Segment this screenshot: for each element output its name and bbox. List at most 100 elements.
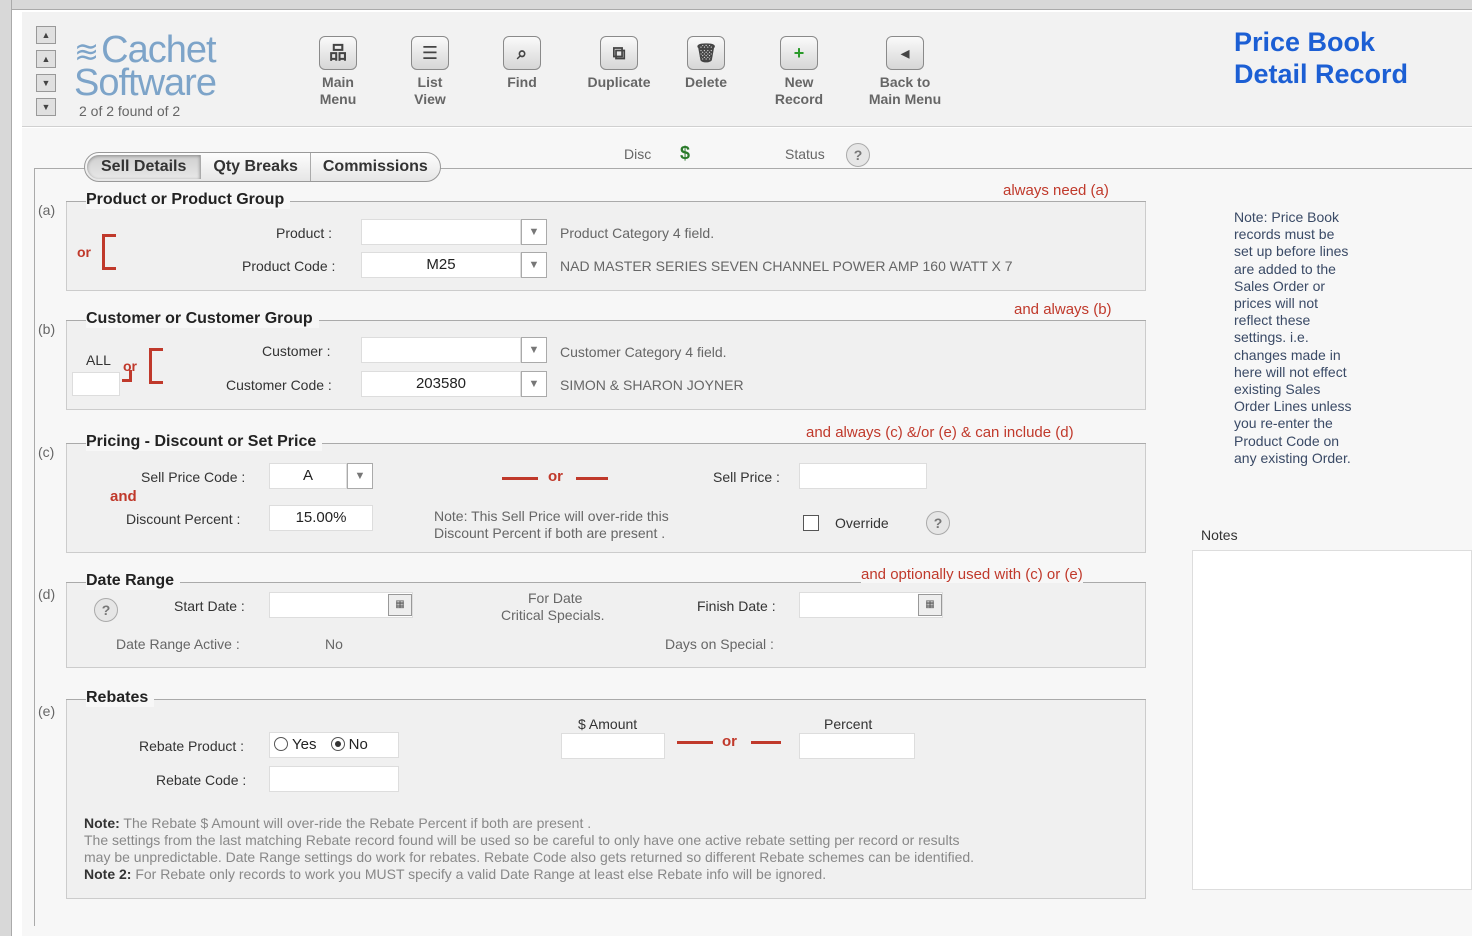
customer-code-label: Customer Code : <box>226 377 332 393</box>
main-menu-button[interactable]: 品 Main Menu <box>312 36 364 108</box>
section-c-tag: (c) <box>38 444 55 460</box>
trash-icon: 🗑 <box>687 36 725 70</box>
rebate-amount-input[interactable] <box>561 733 665 759</box>
next-record-icon[interactable]: ▼ <box>36 74 56 92</box>
rebate-product-yes-radio[interactable]: Yes <box>274 736 316 753</box>
rebate-product-radio-group: Yes No <box>269 732 399 758</box>
sell-price-input[interactable] <box>799 463 927 489</box>
rebate-percent-input[interactable] <box>799 733 915 759</box>
rebate-code-label: Rebate Code : <box>156 772 247 788</box>
last-record-icon[interactable]: ▼ <box>36 98 56 116</box>
previous-record-icon[interactable]: ▲ <box>36 50 56 68</box>
customer-input[interactable] <box>361 337 521 363</box>
product-code-label: Product Code : <box>242 258 336 274</box>
duplicate-icon: ⧉ <box>600 36 638 70</box>
discount-percent-label: Discount Percent : <box>126 511 241 527</box>
section-c-title: Pricing - Discount or Set Price <box>86 433 323 451</box>
notes-textarea[interactable] <box>1192 550 1472 890</box>
product-input[interactable] <box>361 219 521 245</box>
tab-bar: Sell Details Qty Breaks Commissions <box>84 152 441 182</box>
start-date-label: Start Date : <box>174 598 245 614</box>
customer-name: SIMON & SHARON JOYNER <box>560 377 744 393</box>
bracket-a <box>102 234 116 270</box>
magnifier-icon: ⌕ <box>503 36 541 70</box>
customer-hint: Customer Category 4 field. <box>560 344 727 360</box>
section-a-title: Product or Product Group <box>86 191 291 209</box>
finish-date-label: Finish Date : <box>697 598 776 614</box>
first-record-icon[interactable]: ▲ <box>36 26 56 44</box>
sell-price-code-input[interactable]: A <box>269 463 347 489</box>
bracket-b <box>149 348 163 384</box>
find-button[interactable]: ⌕ Find <box>496 36 548 91</box>
rebate-code-input[interactable] <box>269 766 399 792</box>
rebate-product-no-radio[interactable]: No <box>330 736 368 753</box>
sitemap-icon: 品 <box>319 36 357 70</box>
product-code-input[interactable]: M25 <box>361 252 521 278</box>
back-to-main-menu-button[interactable]: ◂ Back to Main Menu <box>858 36 952 108</box>
rebate-percent-label: Percent <box>824 716 873 732</box>
list-view-button[interactable]: ☰ List View <box>404 36 456 108</box>
or-label-e: or <box>722 733 737 750</box>
delete-button[interactable]: 🗑 Delete <box>678 36 734 91</box>
customer-dropdown-icon[interactable]: ▼ <box>521 337 547 363</box>
section-e-tag: (e) <box>38 703 56 719</box>
date-note-2: Critical Specials. <box>501 607 605 623</box>
section-e-title: Rebates <box>86 689 155 707</box>
price-book-side-note: Note: Price Book records must be set up be… <box>1234 209 1352 466</box>
tab-qty-breaks[interactable]: Qty Breaks <box>201 153 311 181</box>
rebate-note: Note: The Rebate $ Amount will over-ride… <box>84 815 975 882</box>
section-c-rule: and always (c) &/or (e) & can include (d… <box>806 424 1074 441</box>
found-count: 2 of 2 found of 2 <box>79 103 181 119</box>
section-d-rule: and optionally used with (c) or (e) <box>861 566 1083 583</box>
product-description: NAD MASTER SERIES SEVEN CHANNEL POWER AM… <box>560 258 1013 274</box>
duplicate-button[interactable]: ⧉ Duplicate <box>580 36 658 91</box>
date-range-active-label: Date Range Active : <box>116 636 240 652</box>
new-record-button[interactable]: + New Record <box>770 36 828 108</box>
section-b-title: Customer or Customer Group <box>86 310 319 328</box>
tab-commissions[interactable]: Commissions <box>311 153 440 181</box>
override-help-icon[interactable]: ? <box>926 511 950 535</box>
notes-label: Notes <box>1201 527 1238 543</box>
tab-sell-details[interactable]: Sell Details <box>87 155 202 179</box>
start-date-calendar-icon[interactable]: ▦ <box>388 594 412 616</box>
section-b-box <box>66 320 1146 410</box>
customer-code-dropdown-icon[interactable]: ▼ <box>521 371 547 397</box>
section-a-box <box>66 201 1146 291</box>
date-note-1: For Date <box>528 590 583 606</box>
and-label: and <box>110 488 137 505</box>
customer-code-input[interactable]: 203580 <box>361 371 521 397</box>
discount-percent-input[interactable]: 15.00% <box>269 505 373 531</box>
logo-software: Software <box>74 62 217 104</box>
list-icon: ☰ <box>411 36 449 70</box>
or-label-c: or <box>548 468 563 485</box>
override-label: Override <box>835 515 889 531</box>
page-title: Price Book Detail Record <box>1234 27 1409 89</box>
rebate-product-label: Rebate Product : <box>139 738 245 754</box>
rebate-amount-label: $ Amount <box>578 716 638 732</box>
section-d-box <box>66 582 1146 668</box>
all-customers-input[interactable] <box>72 372 120 396</box>
sell-price-label: Sell Price : <box>713 469 780 485</box>
section-a-tag: (a) <box>38 202 56 218</box>
product-label: Product : <box>276 225 333 241</box>
money-icon[interactable]: $ <box>680 143 690 164</box>
section-d-title: Date Range <box>86 572 181 590</box>
disc-label: Disc <box>624 146 652 162</box>
back-arrow-icon: ◂ <box>886 36 924 70</box>
sell-price-note-1: Note: This Sell Price will over-ride thi… <box>434 508 669 524</box>
status-label: Status <box>785 146 825 162</box>
product-dropdown-icon[interactable]: ▼ <box>521 219 547 245</box>
or-label-b: or <box>123 358 137 374</box>
sell-price-code-label: Sell Price Code : <box>141 469 246 485</box>
sell-price-note-2: Discount Percent if both are present . <box>434 525 666 541</box>
product-code-dropdown-icon[interactable]: ▼ <box>521 252 547 278</box>
section-d-tag: (d) <box>38 586 56 602</box>
override-checkbox[interactable] <box>803 515 819 531</box>
status-help-icon[interactable]: ? <box>846 143 870 167</box>
days-on-special-label: Days on Special : <box>665 636 774 652</box>
section-a-rule: always need (a) <box>1003 182 1109 199</box>
date-range-help-icon[interactable]: ? <box>94 598 118 622</box>
finish-date-calendar-icon[interactable]: ▦ <box>918 594 942 616</box>
sell-price-code-dropdown-icon[interactable]: ▼ <box>347 463 373 489</box>
all-label: ALL <box>86 352 111 368</box>
